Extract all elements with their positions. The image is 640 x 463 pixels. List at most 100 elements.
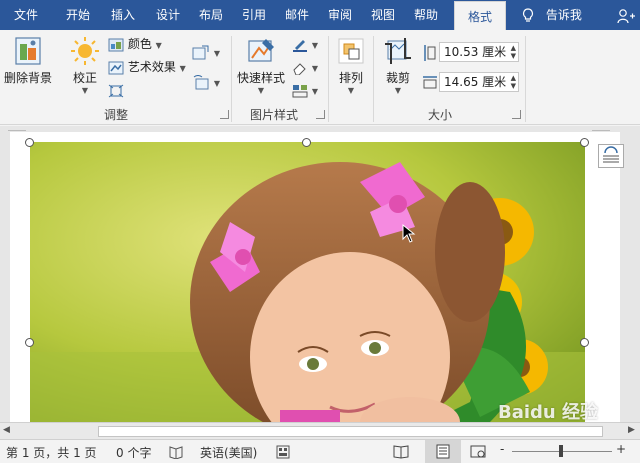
ribbon-separator xyxy=(525,36,526,122)
color-button[interactable]: 颜色 ▼ xyxy=(108,34,162,54)
ribbon-separator xyxy=(328,36,329,122)
ribbon: 删除背景 校正 ▼ 颜色 ▼ 艺术效果 ▼ ▼ ▼ 调整 快速样式 ▼ ▼ ▼ … xyxy=(0,30,640,125)
tab-design[interactable]: 设计 xyxy=(156,0,180,30)
artistic-effects-dropdown-caret: ▼ xyxy=(179,64,186,73)
corrections-dropdown-caret: ▼ xyxy=(81,86,89,95)
scroll-right-arrow[interactable]: ▶ xyxy=(628,425,635,435)
scrollbar-thumb[interactable] xyxy=(98,426,603,437)
size-dialog-launcher[interactable] xyxy=(512,110,521,119)
zoom-out-button[interactable]: - xyxy=(500,442,504,456)
tab-insert[interactable]: 插入 xyxy=(111,0,135,30)
language-indicator[interactable]: 英语(美国) xyxy=(200,444,257,461)
tab-references[interactable]: 引用 xyxy=(242,0,266,30)
height-value: 10.53 厘米 xyxy=(444,45,507,59)
reset-picture-button[interactable]: ▼ xyxy=(192,72,220,92)
print-layout-view-button[interactable] xyxy=(425,440,461,463)
tell-me-label: 告诉我 xyxy=(545,8,582,22)
change-picture-icon xyxy=(192,45,209,59)
quick-styles-caret: ▼ xyxy=(257,86,265,95)
resize-handle-top[interactable] xyxy=(302,138,311,147)
group-label-adjust: 调整 xyxy=(103,108,128,122)
resize-handle-top-right[interactable] xyxy=(580,138,589,147)
height-input[interactable]: 10.53 厘米 ▲ ▼ xyxy=(439,42,519,62)
resize-handle-top-left[interactable] xyxy=(25,138,34,147)
share-button[interactable] xyxy=(617,0,635,30)
horizontal-scrollbar[interactable]: ◀ ▶ xyxy=(0,422,640,439)
picture-styles-dialog-launcher[interactable] xyxy=(316,110,325,119)
picture-layout-button[interactable]: ▼ xyxy=(292,80,318,100)
word-count[interactable]: 0 个字 xyxy=(116,444,151,461)
girl-photo-image xyxy=(30,142,585,422)
picture-border-button[interactable]: ▼ xyxy=(292,34,318,54)
group-label-size: 大小 xyxy=(427,108,452,122)
height-spinner[interactable]: ▲ ▼ xyxy=(511,44,516,60)
selected-picture[interactable] xyxy=(30,142,585,422)
artistic-effects-icon xyxy=(108,61,124,74)
change-picture-caret: ▼ xyxy=(213,49,220,58)
page-count[interactable]: 第 1 页，共 1 页 xyxy=(6,444,97,461)
ribbon-separator xyxy=(231,36,232,122)
lightbulb-icon xyxy=(522,7,534,22)
group-label-picture-styles: 图片样式 xyxy=(249,108,298,122)
width-input[interactable]: 14.65 厘米 ▲ ▼ xyxy=(439,72,519,92)
baidu-watermark: Baidu 经验 xyxy=(498,402,599,423)
web-layout-icon[interactable] xyxy=(470,444,486,459)
tab-home[interactable]: 开始 xyxy=(66,0,90,30)
scroll-left-arrow[interactable]: ◀ xyxy=(3,425,10,435)
print-layout-icon xyxy=(436,444,450,459)
quick-styles-label: 快速样式 xyxy=(236,71,285,85)
read-mode-icon[interactable] xyxy=(393,444,409,459)
picture-effects-caret: ▼ xyxy=(311,64,318,73)
artistic-effects-button[interactable]: 艺术效果 ▼ xyxy=(108,57,186,77)
width-spinner[interactable]: ▲ ▼ xyxy=(511,74,516,90)
zoom-in-button[interactable]: + xyxy=(616,442,626,456)
zoom-slider-thumb[interactable] xyxy=(559,445,563,457)
margin-mark xyxy=(8,130,26,131)
tab-view[interactable]: 视图 xyxy=(371,0,395,30)
remove-background-button[interactable]: 删除背景 xyxy=(2,36,54,86)
remove-background-label: 删除背景 xyxy=(3,71,52,85)
tab-mailings[interactable]: 邮件 xyxy=(285,0,309,30)
ribbon-tab-bar: 文件 开始 插入 设计 布局 引用 邮件 审阅 视图 帮助 格式 告诉我 xyxy=(0,0,640,30)
reset-picture-icon xyxy=(193,74,209,89)
tab-help[interactable]: 帮助 xyxy=(414,0,438,30)
picture-border-caret: ▼ xyxy=(311,41,318,50)
ribbon-separator xyxy=(373,36,374,122)
tab-review[interactable]: 审阅 xyxy=(328,0,352,30)
status-bar: 第 1 页，共 1 页 0 个字 英语(美国) - + xyxy=(0,439,640,463)
arrange-button[interactable]: 排列 ▼ xyxy=(333,36,369,95)
arrange-icon xyxy=(338,38,364,64)
artistic-effects-label: 艺术效果 xyxy=(127,60,176,74)
tell-me-button[interactable]: 告诉我 xyxy=(522,0,582,30)
compress-icon xyxy=(108,84,124,97)
macro-icon[interactable] xyxy=(276,445,290,459)
change-picture-button[interactable]: ▼ xyxy=(192,42,220,62)
crop-icon xyxy=(385,38,411,64)
quick-styles-icon xyxy=(248,39,274,62)
crop-button[interactable]: 裁剪 ▼ xyxy=(378,36,418,95)
height-icon xyxy=(424,45,436,61)
tab-format[interactable]: 格式 xyxy=(454,1,506,30)
margin-mark xyxy=(592,130,610,131)
resize-handle-right[interactable] xyxy=(580,338,589,347)
arrange-caret: ▼ xyxy=(347,86,355,95)
remove-background-icon xyxy=(15,37,41,65)
compress-pictures-button[interactable] xyxy=(108,80,124,100)
corrections-button[interactable]: 校正 ▼ xyxy=(64,36,106,95)
adjust-dialog-launcher[interactable] xyxy=(220,110,229,119)
resize-handle-left[interactable] xyxy=(25,338,34,347)
sun-icon xyxy=(71,37,99,65)
tab-file[interactable]: 文件 xyxy=(14,0,38,30)
tab-layout[interactable]: 布局 xyxy=(199,0,223,30)
layout-options-icon xyxy=(603,146,619,163)
layout-options-button[interactable] xyxy=(598,144,624,168)
picture-layout-caret: ▼ xyxy=(311,87,318,96)
color-icon xyxy=(108,38,124,51)
crop-caret: ▼ xyxy=(394,86,402,95)
reset-picture-caret: ▼ xyxy=(213,79,220,88)
picture-effects-button[interactable]: ▼ xyxy=(292,57,318,77)
quick-styles-button[interactable]: 快速样式 ▼ xyxy=(236,36,286,95)
width-icon xyxy=(423,76,437,89)
arrange-label: 排列 xyxy=(338,71,363,85)
proofing-icon[interactable] xyxy=(168,445,184,459)
